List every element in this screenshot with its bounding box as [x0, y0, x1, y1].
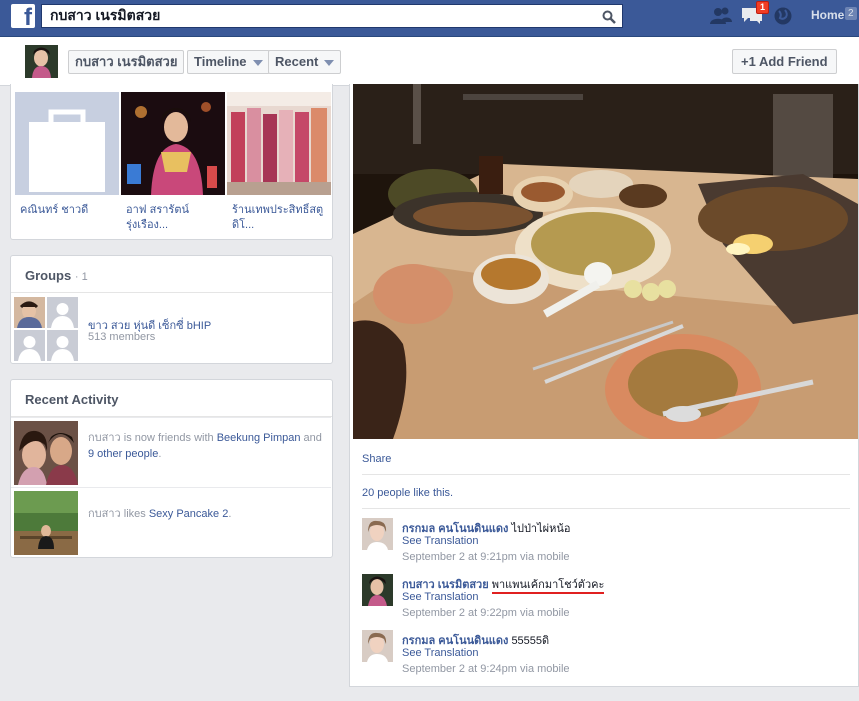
commenter-avatar[interactable] — [362, 518, 393, 550]
activity-photo[interactable] — [14, 421, 78, 485]
comment-timestamp[interactable]: September 2 at 9:21pm via mobile — [402, 551, 570, 563]
groups-header[interactable]: Groups · 1 — [11, 256, 332, 293]
see-translation-link[interactable]: See Translation — [402, 535, 478, 547]
page-link[interactable]: Sexy Pancake 2 — [149, 508, 229, 520]
facebook-logo-icon[interactable]: f — [11, 4, 35, 30]
photo-post-card: Share 20 people like this. กรกมล คนโนนดิ… — [349, 84, 859, 687]
activity-item: กบสาว likes Sexy Pancake 2. — [11, 487, 331, 557]
recent-label: Recent — [275, 54, 319, 69]
profile-header-bar: กบสาว เนรมิตสวย Timeline Recent +1 Add F… — [0, 37, 859, 86]
see-translation-link[interactable]: See Translation — [402, 591, 478, 603]
activity-text-part: and — [300, 432, 322, 444]
commenter-avatar[interactable] — [362, 630, 393, 662]
home-link[interactable]: Home — [811, 8, 844, 22]
friend-name[interactable]: อาฟ สรารัตน์ รุ่งเรือง... — [121, 203, 225, 235]
activity-item: กบสาว is now friends with Beekung Pimpan… — [11, 417, 331, 487]
friend-requests-icon[interactable] — [709, 6, 733, 26]
friend-tile[interactable]: อาฟ สรารัตน์ รุ่งเรือง... — [121, 92, 225, 235]
top-navigation-bar: f 1 Home 2 — [0, 0, 859, 37]
groups-count: · 1 — [74, 271, 88, 283]
recent-activity-box: Recent Activity กบสาว is now friends wit… — [10, 379, 333, 558]
friends-box: คณินทร์ ชาวดี อาฟ สรารัตน์ รุ่งเรือง... … — [10, 84, 333, 240]
activity-text: กบสาว likes Sexy Pancake 2. — [88, 506, 328, 522]
comment-text: พาแพนเค้กมาโชว์ตัวคะ — [491, 579, 605, 594]
comment-item: กบสาว เนรมิตสวย พาแพนเค้กมาโชว์ตัวคะ See… — [362, 574, 850, 626]
add-friend-label: +1 Add Friend — [741, 54, 828, 69]
messages-badge: 1 — [755, 1, 769, 14]
recent-activity-title: Recent Activity — [25, 392, 119, 407]
share-link[interactable]: Share — [362, 453, 391, 465]
group-item[interactable]: ขาว สวย หุ่นดี เซ็กซี่ bHIP 513 members — [14, 295, 334, 363]
friend-photo[interactable] — [227, 92, 331, 195]
timeline-dropdown[interactable]: Timeline — [187, 50, 270, 74]
friend-name[interactable]: ร้านเทพประสิทธิ์สตูดิโ... — [227, 203, 331, 235]
friend-tile[interactable]: คณินทร์ ชาวดี — [15, 92, 119, 235]
activity-text: กบสาว is now friends with Beekung Pimpan… — [88, 430, 328, 462]
comment-item: กรกมล คนโนนดินแดง 55555ดิ See Translatio… — [362, 630, 850, 682]
notifications-globe-icon[interactable] — [773, 6, 797, 26]
comment-text: 55555ดิ — [511, 635, 550, 647]
add-friend-button[interactable]: +1 Add Friend — [732, 49, 837, 74]
home-count-badge: 2 — [845, 7, 857, 20]
divider — [362, 474, 850, 475]
see-translation-link[interactable]: See Translation — [402, 647, 478, 659]
recent-dropdown[interactable]: Recent — [268, 50, 342, 74]
profile-name-label: กบสาว เนรมิตสวย — [75, 54, 178, 69]
comment-timestamp[interactable]: September 2 at 9:24pm via mobile — [402, 663, 570, 675]
friend-photo-placeholder[interactable] — [15, 92, 119, 195]
activity-text-part: กบสาว likes — [88, 508, 149, 520]
search-input[interactable] — [50, 8, 590, 24]
commenter-name-link[interactable]: กรกมล คนโนนดินแดง — [402, 635, 508, 647]
comment-text: ไปป่าไผ่หน้อ — [511, 523, 571, 535]
activity-text-part: . — [158, 448, 162, 460]
comment-timestamp[interactable]: September 2 at 9:22pm via mobile — [402, 607, 570, 619]
other-people-link[interactable]: 9 other people — [88, 448, 158, 460]
timeline-label: Timeline — [194, 54, 247, 69]
divider — [362, 508, 850, 509]
post-photo[interactable] — [353, 84, 858, 439]
friend-tile[interactable]: ร้านเทพประสิทธิ์สตูดิโ... — [227, 92, 331, 235]
groups-box: Groups · 1 ขาว สวย หุ่นดี เซ็กซี่ bHIP 5… — [10, 255, 333, 364]
commenter-avatar[interactable] — [362, 574, 393, 606]
groups-title: Groups — [25, 268, 72, 283]
activity-text-part: กบสาว is now friends with — [88, 432, 217, 444]
search-box[interactable] — [41, 4, 623, 28]
group-members-count: 513 members — [88, 331, 156, 343]
friend-photo[interactable] — [121, 92, 225, 195]
friend-link[interactable]: Beekung Pimpan — [217, 432, 301, 444]
activity-photo[interactable] — [14, 491, 78, 555]
chevron-down-icon — [252, 59, 263, 66]
search-icon[interactable] — [602, 10, 616, 24]
likes-link[interactable]: 20 people like this. — [362, 487, 453, 499]
profile-name-button[interactable]: กบสาว เนรมิตสวย — [68, 50, 185, 74]
activity-text-part: . — [228, 508, 232, 520]
group-member-collage[interactable] — [14, 297, 78, 361]
commenter-name-link[interactable]: กรกมล คนโนนดินแดง — [402, 523, 508, 535]
commenter-name-link[interactable]: กบสาว เนรมิตสวย — [402, 579, 489, 591]
friend-name[interactable]: คณินทร์ ชาวดี — [15, 203, 119, 235]
chevron-down-icon — [324, 59, 335, 66]
recent-activity-header: Recent Activity — [11, 380, 332, 417]
profile-avatar[interactable] — [25, 45, 58, 78]
messages-icon[interactable]: 1 — [741, 1, 769, 26]
comment-item: กรกมล คนโนนดินแดง ไปป่าไผ่หน้อ See Trans… — [362, 518, 850, 570]
